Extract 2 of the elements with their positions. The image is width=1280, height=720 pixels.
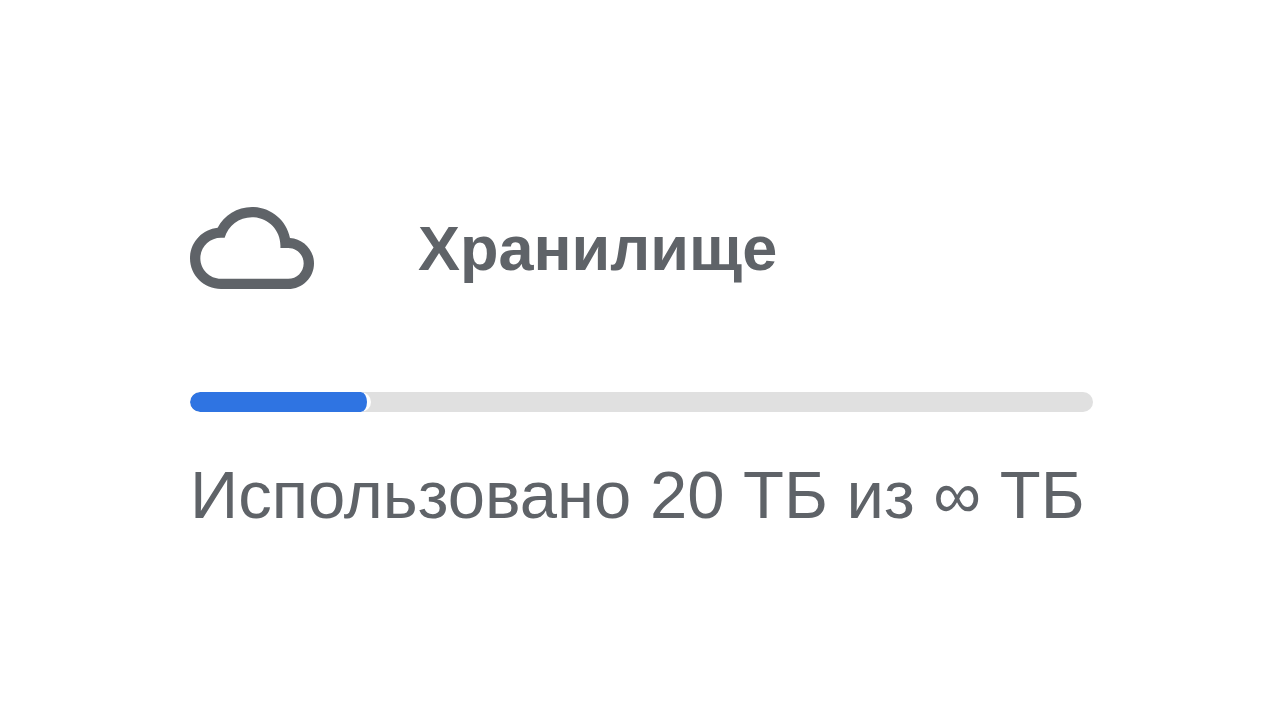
cloud-icon	[190, 207, 314, 289]
storage-usage-caption: Использовано 20 ТБ из ∞ ТБ	[190, 461, 1086, 528]
